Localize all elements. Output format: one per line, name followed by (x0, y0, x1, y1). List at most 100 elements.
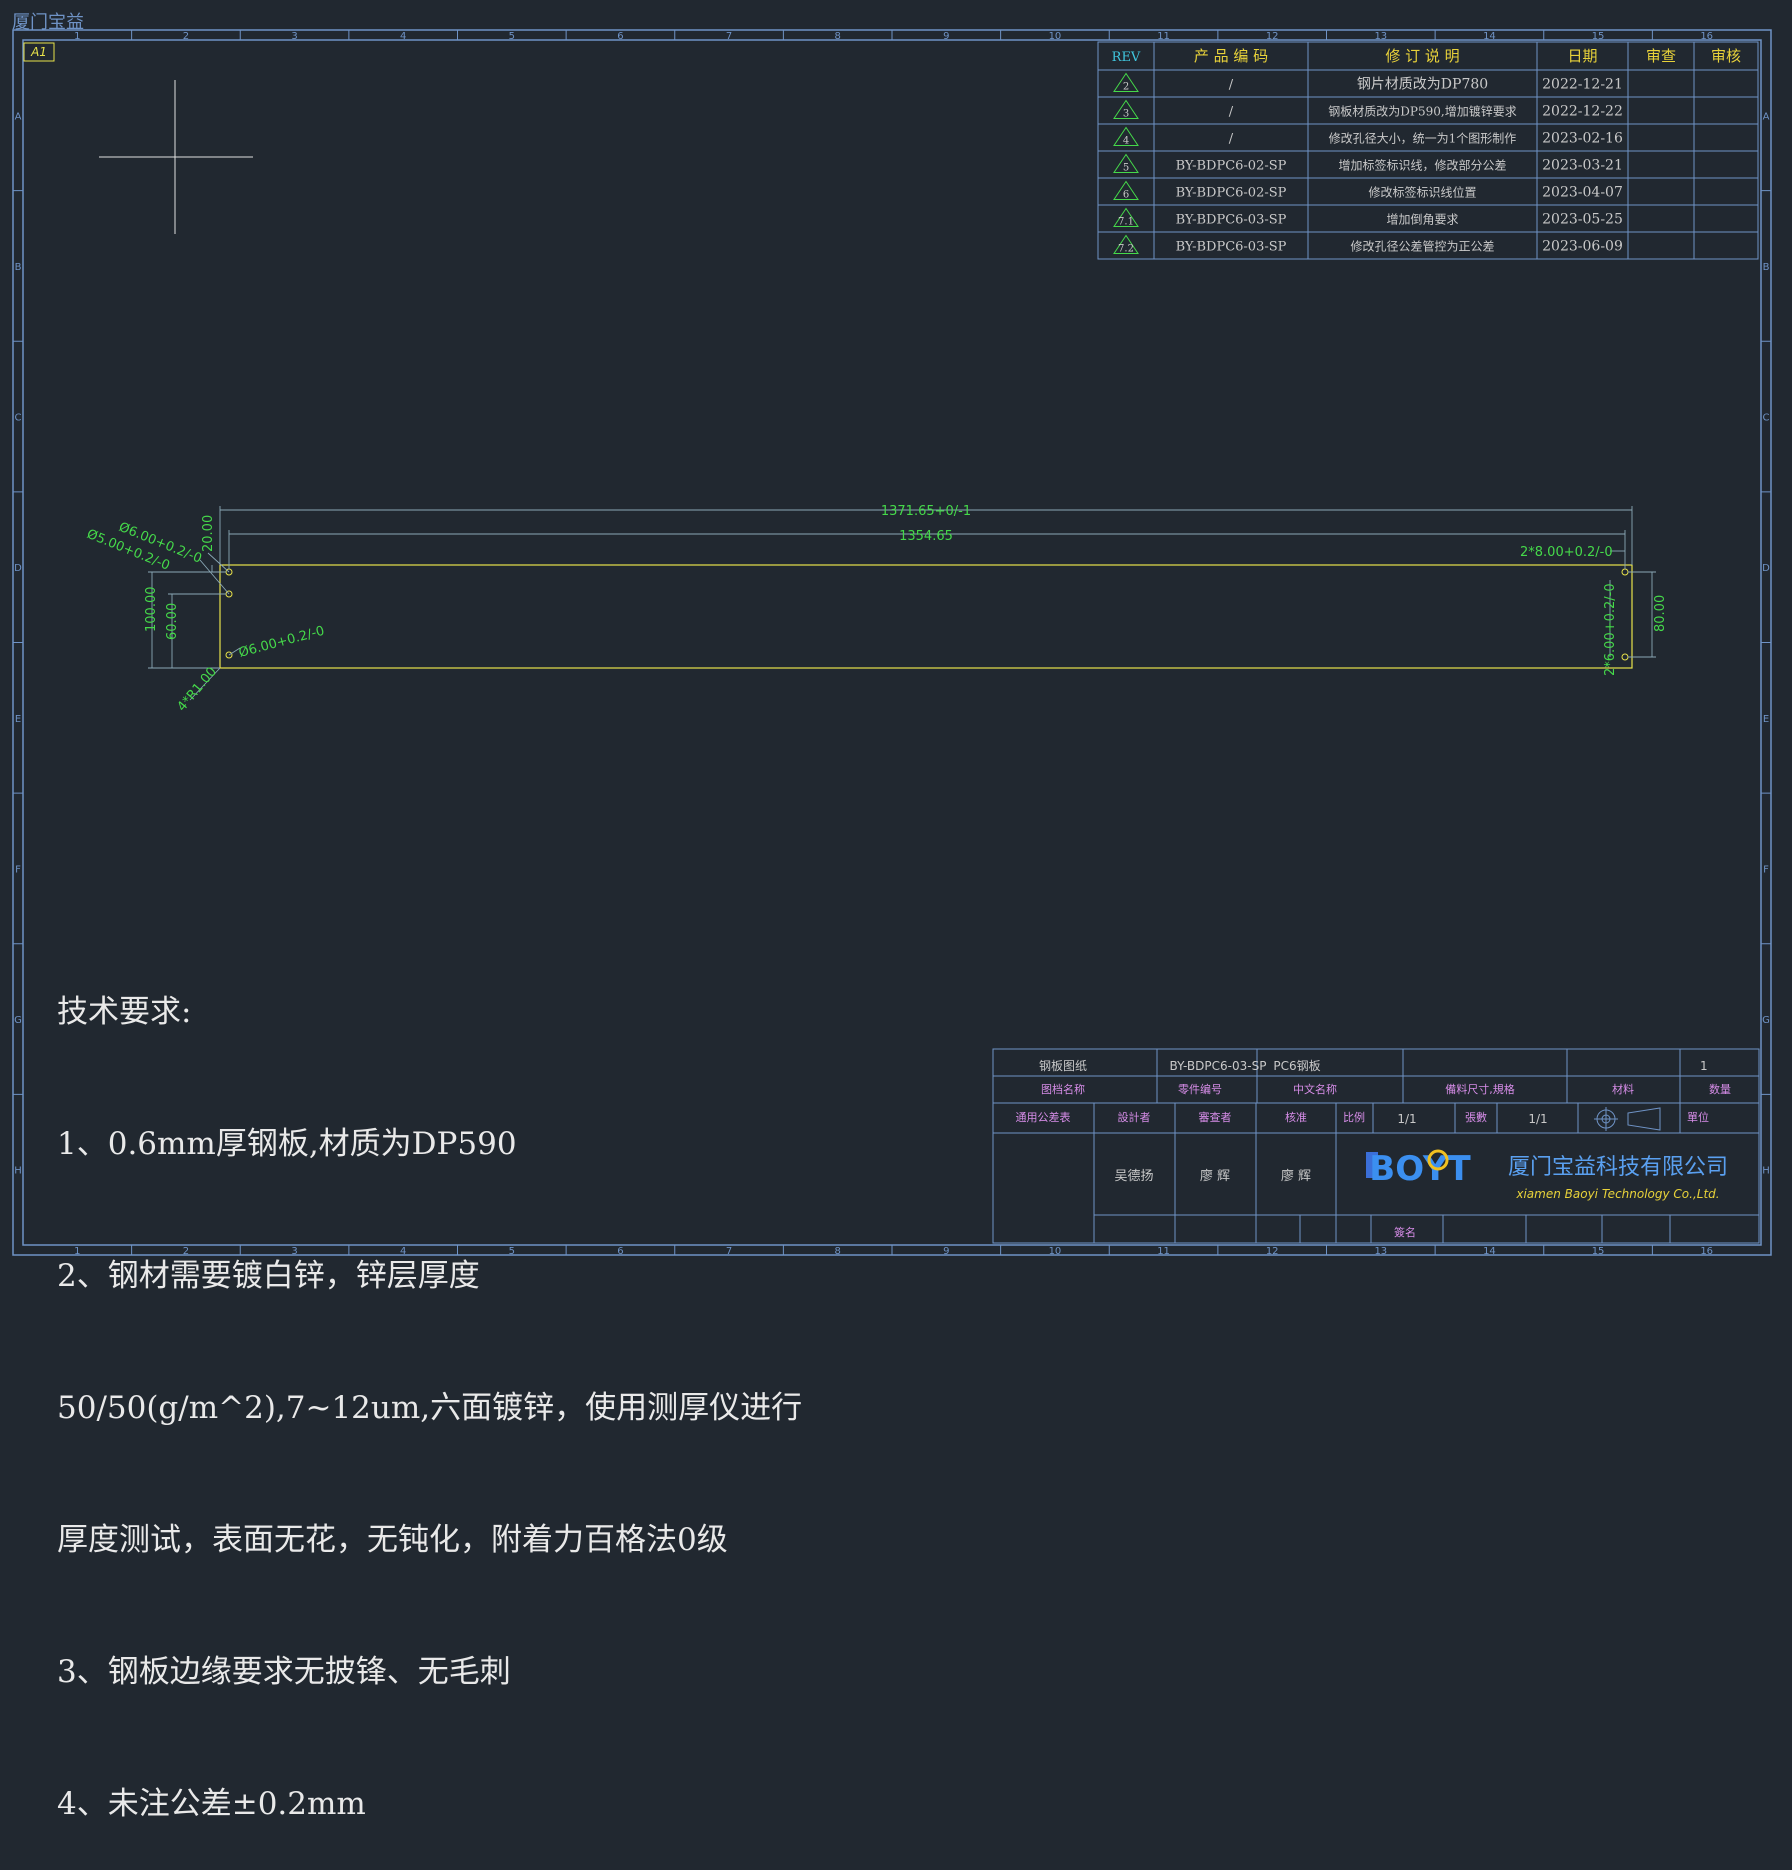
dim-v-20: 20.00 (201, 515, 216, 552)
title-block-text: 钢板图纸 BY-BDPC6-03-SP PC6钢板 1 图档名称 零件编号 中文… (1016, 1059, 1732, 1239)
company-name-cn: 厦门宝益科技有限公司 (1508, 1155, 1728, 1180)
hole-right-top (1621, 568, 1629, 576)
revision-table-row: 2 / 钢片材质改为DP780 2022-12-21 (1113, 72, 1623, 93)
tb-label-reviewer: 審查者 (1199, 1110, 1232, 1124)
zone-column-label-top: 12 (1266, 31, 1279, 42)
revision-table-header: 审查 (1646, 47, 1676, 65)
zone-row-label-right: F (1763, 864, 1769, 875)
dim-corner-radius: 4*R1.00 (175, 665, 220, 715)
zone-column-label-top: 5 (509, 31, 515, 42)
tb-label-unit: 單位 (1687, 1110, 1709, 1124)
zone-column-label-bottom: 12 (1266, 1246, 1279, 1257)
revision-number: 4 (1123, 136, 1129, 147)
tb-part-number: BY-BDPC6-03-SP (1170, 1059, 1267, 1073)
revision-table-row: 7.1 BY-BDPC6-03-SP 增加倒角要求 2023-05-25 (1113, 207, 1623, 228)
dim-hole-bottom: Ø6.00+0.2/-0 (237, 624, 326, 661)
revision-table-header: 日期 (1567, 47, 1597, 65)
tb-label-blank-size: 備料尺寸,規格 (1445, 1082, 1515, 1096)
zone-column-label-top: 14 (1483, 31, 1496, 42)
tech-req-line: 1、0.6mm厚钢板,材质为DP590 (57, 1126, 517, 1162)
zone-column-label-bottom: 15 (1592, 1246, 1605, 1257)
zone-column-label-bottom: 11 (1157, 1246, 1170, 1257)
revision-date: 2023-06-09 (1542, 239, 1623, 255)
plate-outline (219, 564, 1633, 669)
tech-req-line: 厚度测试，表面无花，无钝化，附着力百格法0级 (57, 1522, 728, 1558)
zone-column-label-top: 8 (835, 31, 841, 42)
tb-label-tolerance: 通用公差表 (1016, 1110, 1071, 1124)
company-logo-text: BOYT (1369, 1149, 1471, 1189)
tb-reviewer-name: 廖 辉 (1200, 1168, 1230, 1184)
tech-requirements: 技术要求: 1、0.6mm厚钢板,材质为DP590 2、钢材需要镀白锌，锌层厚度… (57, 902, 802, 1870)
dim-v-60: 60.00 (165, 603, 180, 640)
dim-right-80: 80.00 (1653, 595, 1668, 632)
zone-row-label-left: A (15, 111, 22, 122)
tech-req-title: 技术要求: (57, 994, 192, 1030)
zone-column-label-bottom: 10 (1049, 1246, 1062, 1257)
revision-product-code: BY-BDPC6-03-SP (1176, 213, 1287, 228)
tb-scale-value: 1/1 (1397, 1112, 1416, 1126)
revision-number: 5 (1123, 163, 1129, 174)
tb-label-qty: 数量 (1709, 1083, 1731, 1096)
zone-column-label-top: 15 (1592, 31, 1605, 42)
tech-req-line: 50/50(g/m^2),7~12um,六面镀锌，使用测厚仪进行 (57, 1390, 803, 1426)
dim-right-holes-side: 2*6.00+0.2/-0 (1603, 583, 1618, 676)
tech-req-line: 2、钢材需要镀白锌，锌层厚度 (57, 1258, 480, 1294)
tb-designer-name: 吴德扬 (1114, 1169, 1153, 1184)
revision-table-header: REV (1112, 50, 1141, 65)
zone-column-label-top: 9 (943, 31, 949, 42)
revision-product-code: BY-BDPC6-03-SP (1176, 240, 1287, 255)
zone-row-label-right: H (1762, 1166, 1770, 1177)
zone-row-label-left: H (14, 1166, 22, 1177)
zone-row-label-left: E (15, 714, 21, 725)
company-name-en: xiamen Baoyi Technology Co.,Ltd. (1515, 1187, 1719, 1201)
revision-number: 7.1 (1118, 217, 1134, 228)
zone-row-label-left: G (14, 1015, 22, 1026)
revision-product-code: / (1229, 78, 1234, 93)
revision-date: 2023-04-07 (1542, 185, 1623, 201)
revision-description: 修改标签标识线位置 (1368, 185, 1476, 200)
revision-number: 6 (1123, 190, 1129, 201)
revision-date: 2023-03-21 (1542, 158, 1623, 174)
tb-label-signature: 簽名 (1394, 1225, 1416, 1239)
zone-row-label-right: C (1763, 413, 1770, 424)
zone-column-label-bottom: 9 (943, 1246, 949, 1257)
zone-row-label-right: B (1763, 262, 1770, 273)
revision-description: 修改孔径大小，统一为1个图形制作 (1329, 131, 1517, 146)
tb-label-cn-name: 中文名称 (1293, 1082, 1337, 1096)
zone-row-label-right: D (1762, 563, 1770, 574)
tb-drawing-type: 钢板图纸 (1039, 1059, 1087, 1073)
revision-date: 2023-02-16 (1542, 131, 1623, 147)
zone-row-label-left: D (14, 563, 22, 574)
tech-req-line: 3、钢板边缘要求无披锋、无毛刺 (57, 1654, 511, 1690)
zone-row-label-left: F (15, 864, 21, 875)
zone-column-label-top: 16 (1700, 31, 1713, 42)
revision-product-code: / (1229, 105, 1234, 120)
revision-table-row: 5 BY-BDPC6-02-SP 增加标签标识线，修改部分公差 2023-03-21 (1113, 153, 1623, 174)
tb-approver-name: 廖 辉 (1281, 1168, 1311, 1184)
steel-plate-part[interactable] (219, 564, 1633, 669)
zone-row-label-right: E (1763, 714, 1769, 725)
revision-table-header: 修 订 说 明 (1385, 47, 1459, 65)
revision-number: 7.2 (1118, 244, 1134, 255)
revision-table-header: 产 品 编 码 (1194, 47, 1268, 65)
revision-description: 增加倒角要求 (1386, 213, 1458, 227)
revision-description: 增加标签标识线，修改部分公差 (1338, 158, 1506, 173)
revision-description: 修改孔径公差管控为正公差 (1350, 239, 1494, 254)
zone-column-label-top: 2 (183, 31, 189, 42)
zone-row-label-left: B (15, 262, 22, 273)
revision-table-row: 4 / 修改孔径大小，统一为1个图形制作 2023-02-16 (1113, 126, 1623, 147)
revision-description: 钢片材质改为DP780 (1357, 77, 1488, 93)
zone-column-label-bottom: 8 (835, 1246, 841, 1257)
zone-column-label-top: 10 (1049, 31, 1062, 42)
revision-number: 3 (1123, 109, 1129, 120)
tb-label-part-no: 零件编号 (1178, 1082, 1222, 1096)
revision-date: 2023-05-25 (1542, 212, 1623, 228)
revision-product-code: / (1229, 132, 1234, 147)
revision-date: 2022-12-21 (1542, 77, 1623, 93)
zone-column-label-bottom: 16 (1700, 1246, 1713, 1257)
crosshair-cursor (99, 80, 253, 234)
tb-label-sheets: 張數 (1465, 1111, 1487, 1124)
tb-label-drawing-name: 图档名称 (1041, 1082, 1085, 1096)
revision-product-code: BY-BDPC6-02-SP (1176, 159, 1287, 174)
zone-row-label-right: G (1762, 1015, 1770, 1026)
